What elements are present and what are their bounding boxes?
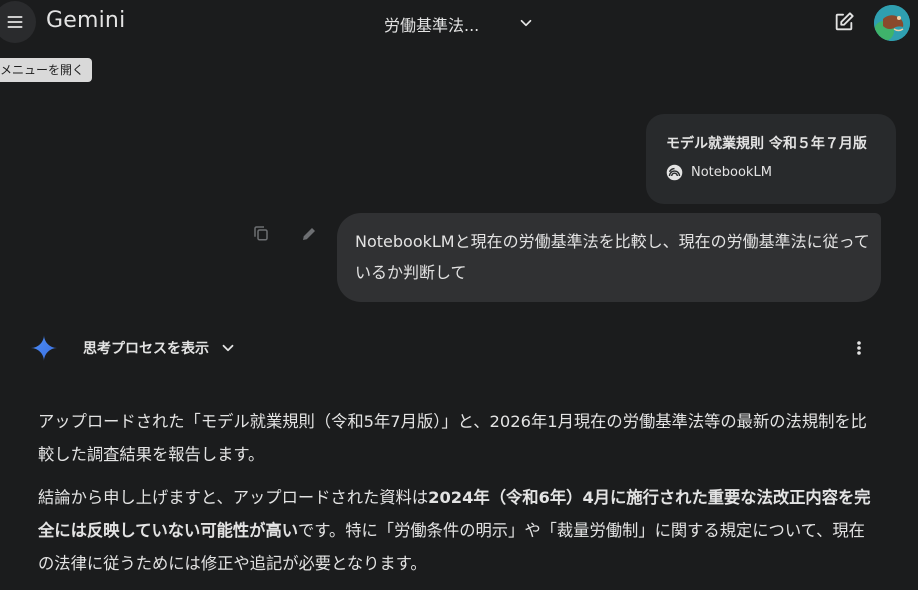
source-brand: NotebookLM	[666, 164, 772, 181]
edit-pencil-icon	[303, 228, 315, 240]
gemini-spark-icon	[31, 335, 57, 361]
response-text: 結論から申し上げますと、アップロードされた資料は	[38, 488, 429, 507]
menu-tooltip: メニューを開く	[0, 58, 93, 82]
user-message-text: NotebookLMと現在の労働基準法を比較し、現在の労働基準法に従っているか判…	[355, 232, 870, 282]
more-vert-icon	[857, 341, 861, 355]
response-more-button[interactable]	[850, 337, 868, 363]
conversation-dropdown-button[interactable]	[517, 14, 535, 36]
user-avatar[interactable]	[874, 5, 910, 41]
gemini-avatar	[30, 334, 58, 366]
copy-prompt-button[interactable]	[252, 224, 270, 246]
response-paragraph: 結論から申し上げますと、アップロードされた資料は2024年（令和6年）4月に施行…	[38, 481, 878, 580]
new-chat-button[interactable]	[833, 11, 855, 37]
model-response: アップロードされた「モデル就業規則（令和5年7月版）」と、2026年1月現在の労…	[38, 405, 878, 590]
conversation-title[interactable]: 労働基準法...	[384, 12, 479, 36]
hamburger-menu-icon	[7, 16, 23, 28]
show-thinking-toggle[interactable]: 思考プロセスを表示	[83, 338, 237, 358]
top-bar: Gemini 労働基準法...	[0, 0, 918, 46]
avatar-image	[874, 5, 910, 41]
response-paragraph: アップロードされた「モデル就業規則（令和5年7月版）」と、2026年1月現在の労…	[38, 412, 867, 464]
notebooklm-logo-icon	[666, 164, 683, 181]
user-message-bubble: NotebookLMと現在の労働基準法を比較し、現在の労働基準法に従っているか判…	[337, 213, 881, 302]
attached-source-card[interactable]: モデル就業規則 令和５年７月版 NotebookLM	[646, 114, 896, 204]
thinking-label: 思考プロセスを表示	[83, 341, 209, 357]
copy-icon	[254, 226, 268, 241]
edit-prompt-button[interactable]	[300, 225, 318, 247]
source-title: モデル就業規則 令和５年７月版	[666, 136, 867, 152]
new-chat-edit-icon	[835, 12, 854, 31]
chevron-down-icon	[222, 344, 234, 352]
source-brand-label: NotebookLM	[691, 165, 772, 180]
chevron-down-icon	[520, 19, 532, 27]
app-title: Gemini	[46, 8, 126, 33]
main-menu-button[interactable]	[0, 1, 36, 43]
